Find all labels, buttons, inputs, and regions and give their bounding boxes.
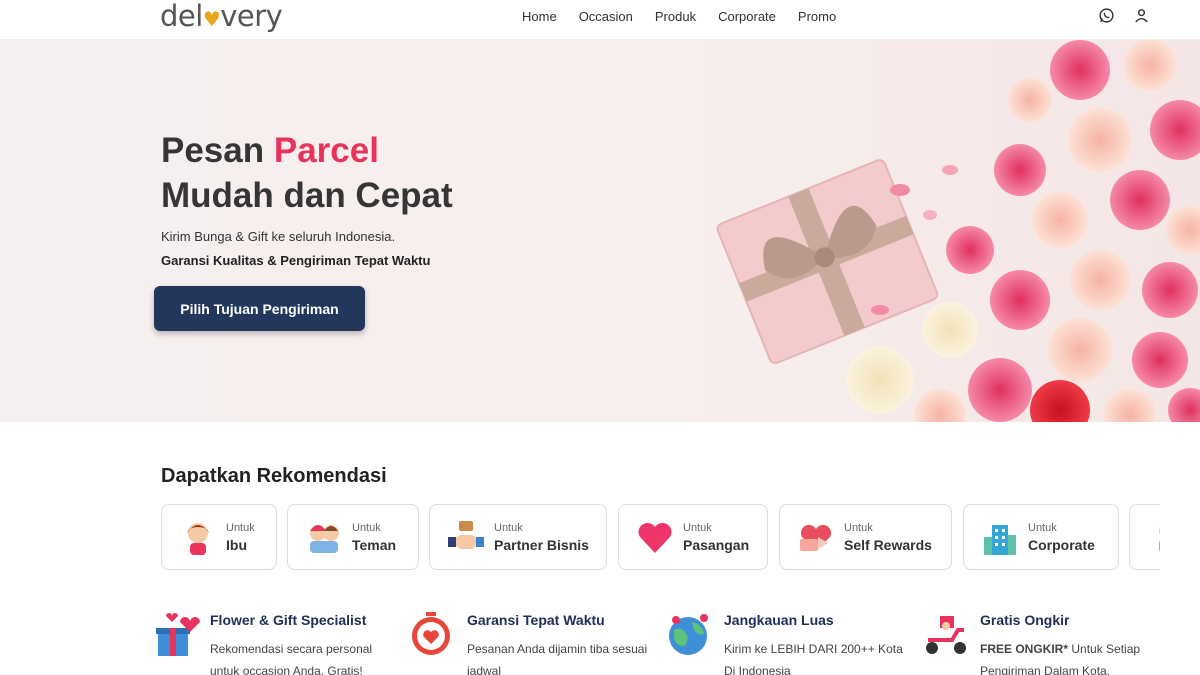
scooter-icon (926, 616, 966, 654)
card-prefix: Untuk (352, 521, 381, 534)
card-label: Teman (352, 536, 397, 553)
hero-banner: Pesan Parcel Mudah dan Cepat Kirim Bunga… (0, 40, 1200, 422)
feature-desc: Rekomendasi secara personal untuk occasi… (210, 642, 373, 675)
person-icon (1159, 527, 1160, 552)
card-label: Ibu (226, 536, 247, 553)
hero-title-accent: Parcel (273, 131, 379, 170)
feature-title: Garansi Tepat Waktu (467, 612, 605, 628)
card-prefix: Untuk (226, 521, 255, 534)
card-label: Partner Bisnis (494, 536, 589, 553)
main-nav: Home Occasion Produk Corporate Promo (522, 9, 836, 24)
top-navbar: del♥very Home Occasion Produk Corporate … (0, 0, 1200, 40)
card-prefix: Untuk (494, 521, 523, 534)
flowers-gift-image (716, 40, 1200, 422)
feature-title: Jangkauan Luas (724, 612, 834, 628)
whatsapp-icon[interactable] (1098, 7, 1115, 24)
recommendation-cards: Untuk Ibu Untuk Teman Untuk Partner Bisnis … (161, 504, 1160, 572)
mother-icon (187, 523, 209, 555)
feature-desc: Kirim ke LEBIH DARI 200++ Kota Di Indone… (724, 642, 903, 675)
card-corporate[interactable]: Untuk Corporate (963, 504, 1119, 570)
choose-destination-button[interactable]: Pilih Tujuan Pengiriman (154, 286, 365, 331)
card-ibu[interactable]: Untuk Ibu (161, 504, 277, 570)
card-prefix: Untuk (1028, 521, 1057, 534)
hero-title: Pesan Parcel Mudah dan Cepat (161, 128, 453, 218)
nav-occasion[interactable]: Occasion (579, 9, 633, 24)
hero-subtitle: Kirim Bunga & Gift ke seluruh Indonesia. (161, 229, 396, 244)
card-prefix: Untuk (844, 521, 873, 534)
card-label: Self Rewards (844, 536, 932, 553)
feature-title: Flower & Gift Specialist (210, 612, 367, 628)
card-partial-next[interactable] (1129, 504, 1160, 570)
card-self-rewards[interactable]: Untuk Self Rewards (779, 504, 952, 570)
heart-icon (638, 522, 672, 553)
feature-desc-bold: FREE ONGKIR* (980, 642, 1069, 656)
card-label: Corporate (1028, 536, 1095, 553)
nav-home[interactable]: Home (522, 9, 557, 24)
hero-title-prefix: Pesan (161, 131, 265, 170)
feature-title: Gratis Ongkir (980, 612, 1070, 628)
hero-subtitle-bold: Garansi Kualitas & Pengiriman Tepat Wakt… (161, 253, 431, 268)
clock-heart-icon (412, 612, 450, 655)
friends-icon (310, 525, 339, 553)
card-teman[interactable]: Untuk Teman (287, 504, 419, 570)
gift-heart-icon (800, 524, 832, 551)
card-prefix: Untuk (683, 521, 712, 534)
globe-icon (669, 614, 708, 655)
feature-desc: FREE ONGKIR* Untuk Setiap Pengiriman Dal… (980, 638, 1170, 675)
feature-desc: Pesanan Anda dijamin tiba sesuai jadwal (467, 642, 648, 675)
nav-promo[interactable]: Promo (798, 9, 836, 24)
card-partner-bisnis[interactable]: Untuk Partner Bisnis (429, 504, 607, 570)
hero-title-line2: Mudah dan Cepat (161, 176, 453, 215)
nav-corporate[interactable]: Corporate (718, 9, 776, 24)
nav-produk[interactable]: Produk (655, 9, 696, 24)
recommendation-title: Dapatkan Rekomendasi (161, 465, 387, 487)
handshake-icon (448, 521, 484, 549)
card-label: Pasangan (683, 536, 750, 553)
gift-box-icon (156, 613, 200, 656)
card-pasangan[interactable]: Untuk Pasangan (618, 504, 768, 570)
building-icon (984, 525, 1016, 555)
user-icon[interactable] (1133, 7, 1150, 24)
nav-icons (1098, 7, 1150, 24)
logo[interactable]: del♥very (160, 0, 283, 35)
